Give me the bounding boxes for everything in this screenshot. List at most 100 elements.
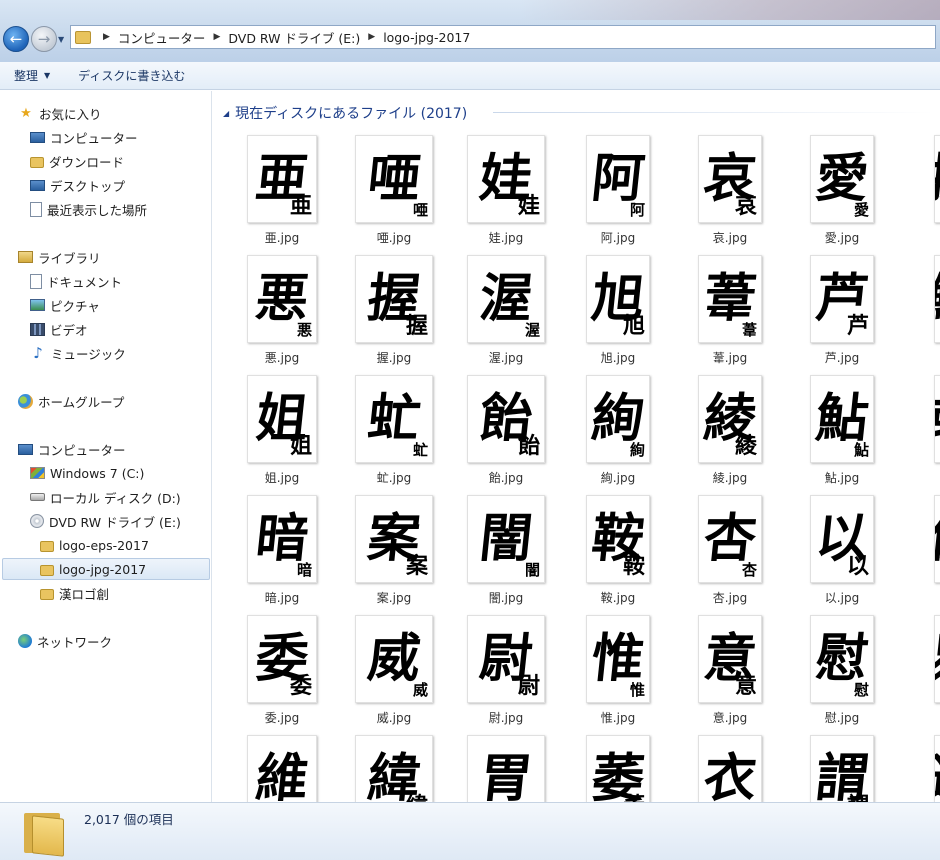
sidebar-item-logo-eps[interactable]: logo-eps-2017 — [40, 534, 149, 556]
calligraphy-glyph: 慰 — [812, 628, 872, 689]
file-item[interactable]: 阿阿阿.jpg — [561, 133, 661, 253]
calligraphy-glyph-small: 絢 — [629, 441, 645, 459]
calligraphy-glyph: 威 — [364, 628, 424, 689]
file-item[interactable]: 闇闇闇.jpg — [449, 493, 549, 613]
file-item[interactable]: 易易易 — [897, 613, 940, 733]
sidebar-item-pictures[interactable]: ピクチャ — [30, 294, 100, 316]
file-item[interactable]: 絢絢絢.jpg — [561, 373, 661, 493]
sidebar-item-computer-fav[interactable]: コンピューター — [30, 126, 138, 148]
chevron-right-icon[interactable]: ▶ — [103, 32, 110, 42]
file-item[interactable]: 悪悪悪.jpg — [225, 253, 325, 373]
file-item[interactable]: 以以以.jpg — [785, 493, 885, 613]
file-item[interactable]: 挨挨挨 — [897, 133, 940, 253]
file-item[interactable]: 惟惟惟.jpg — [561, 613, 661, 733]
sidebar-homegroup[interactable]: ホームグループ — [18, 390, 124, 412]
calligraphy-glyph: 或 — [934, 388, 940, 449]
sidebar-item-kanlogo[interactable]: 漢ロゴ創 — [40, 582, 109, 604]
file-list-pane[interactable]: ◢ 現在ディスクにあるファイル (2017) 亜亜亜.jpg 唖唖唖.jpg 娃娃娃… — [213, 91, 940, 802]
file-thumbnail: 綾綾 — [698, 375, 762, 463]
calligraphy-glyph-small: 鞍 — [622, 553, 645, 579]
chevron-right-icon[interactable]: ▶ — [213, 32, 220, 42]
file-item[interactable]: 違違 — [897, 733, 940, 802]
file-item[interactable]: 慰慰慰.jpg — [785, 613, 885, 733]
file-thumbnail: 案案 — [355, 495, 433, 583]
file-item[interactable]: 委委委.jpg — [225, 613, 325, 733]
sidebar-label: ライブラリ — [38, 250, 101, 266]
file-item[interactable]: 胃胃 — [449, 733, 549, 802]
recent-places-icon — [30, 201, 42, 217]
sidebar-item-downloads[interactable]: ダウンロード — [30, 150, 124, 172]
file-item[interactable]: 衣衣 — [673, 733, 773, 802]
file-item[interactable]: 伊伊伊 — [897, 493, 940, 613]
sidebar-computer-header[interactable]: コンピューター — [18, 438, 126, 460]
file-item[interactable]: 維維 — [225, 733, 325, 802]
sidebar-item-documents[interactable]: ドキュメント — [30, 270, 122, 292]
library-icon — [18, 251, 33, 263]
file-item[interactable]: 唖唖唖.jpg — [337, 133, 437, 253]
sidebar-label: ドキュメント — [47, 274, 123, 290]
sidebar-item-drive-e[interactable]: DVD RW ドライブ (E:) — [30, 510, 181, 532]
group-header[interactable]: ◢ 現在ディスクにあるファイル (2017) — [223, 103, 467, 123]
sidebar-network[interactable]: ネットワーク — [18, 630, 112, 652]
file-item[interactable]: 握握握.jpg — [337, 253, 437, 373]
calligraphy-glyph-small: 飴 — [517, 433, 540, 459]
file-item[interactable]: 姐姐姐.jpg — [225, 373, 325, 493]
file-item[interactable]: 娃娃娃.jpg — [449, 133, 549, 253]
file-item[interactable]: 萎萎 — [561, 733, 661, 802]
sidebar-label: お気に入り — [39, 106, 102, 122]
file-item[interactable]: 芦芦芦.jpg — [785, 253, 885, 373]
calligraphy-glyph-small: 鮎 — [853, 441, 869, 459]
calligraphy-glyph-small: 威 — [412, 681, 428, 699]
file-item[interactable]: 渥渥渥.jpg — [449, 253, 549, 373]
calligraphy-glyph-small: 握 — [405, 313, 428, 339]
sidebar-item-drive-c[interactable]: Windows 7 (C:) — [30, 462, 144, 484]
calligraphy-glyph-small: 意 — [734, 673, 757, 699]
file-item[interactable]: 鮎鮎鮎.jpg — [785, 373, 885, 493]
organize-button[interactable]: 整理 ▼ — [0, 64, 64, 88]
file-item[interactable]: 謂謂 — [785, 733, 885, 802]
file-thumbnail: 鞍鞍 — [586, 495, 650, 583]
file-item[interactable]: 哀哀哀.jpg — [673, 133, 773, 253]
sidebar-item-desktop[interactable]: デスクトップ — [30, 174, 125, 196]
file-item[interactable]: 意意意.jpg — [673, 613, 773, 733]
file-item[interactable]: 飴飴飴.jpg — [449, 373, 549, 493]
forward-button[interactable]: → — [31, 26, 57, 52]
file-item[interactable]: 愛愛愛.jpg — [785, 133, 885, 253]
file-name: 鯵 — [897, 349, 940, 366]
file-item[interactable]: 亜亜亜.jpg — [225, 133, 325, 253]
file-thumbnail: 阿阿 — [586, 135, 650, 223]
file-item[interactable]: 案案案.jpg — [337, 493, 437, 613]
folder-icon — [75, 30, 91, 44]
file-item[interactable]: 綾綾綾.jpg — [673, 373, 773, 493]
file-item[interactable]: 虻虻虻.jpg — [337, 373, 437, 493]
breadcrumb-computer[interactable]: コンピューター — [118, 28, 206, 47]
sidebar-item-logo-jpg[interactable]: logo-jpg-2017 — [2, 558, 210, 580]
file-item[interactable]: 鯵鯵鯵 — [897, 253, 940, 373]
recent-pages-dropdown[interactable]: ▼ — [58, 35, 64, 44]
sidebar-item-music[interactable]: ♪ ミュージック — [30, 342, 126, 364]
file-item[interactable]: 尉尉尉.jpg — [449, 613, 549, 733]
sidebar-libraries-header[interactable]: ライブラリ — [18, 246, 101, 268]
sidebar-favorites-header[interactable]: ★ お気に入り — [18, 102, 102, 124]
file-item[interactable]: 或或或 — [897, 373, 940, 493]
chevron-right-icon[interactable]: ▶ — [368, 32, 375, 42]
file-item[interactable]: 暗暗暗.jpg — [225, 493, 325, 613]
folder-icon — [40, 588, 54, 600]
file-item[interactable]: 威威威.jpg — [337, 613, 437, 733]
sidebar-item-videos[interactable]: ビデオ — [30, 318, 88, 340]
back-button[interactable]: ← — [3, 26, 29, 52]
file-thumbnail: 葦葦 — [698, 255, 762, 343]
address-bar[interactable]: ▶ コンピューター ▶ DVD RW ドライブ (E:) ▶ logo-jpg-… — [70, 25, 936, 49]
breadcrumb-current-folder[interactable]: logo-jpg-2017 — [383, 30, 470, 45]
file-item[interactable]: 葦葦葦.jpg — [673, 253, 773, 373]
file-thumbnail: 威威 — [355, 615, 433, 703]
sidebar-item-recent-places[interactable]: 最近表示した場所 — [30, 198, 147, 220]
burn-to-disc-button[interactable]: ディスクに書き込む — [64, 64, 199, 88]
file-item[interactable]: 鞍鞍鞍.jpg — [561, 493, 661, 613]
file-item[interactable]: 旭旭旭.jpg — [561, 253, 661, 373]
file-name: 闇.jpg — [488, 591, 524, 605]
file-item[interactable]: 杏杏杏.jpg — [673, 493, 773, 613]
sidebar-item-drive-d[interactable]: ローカル ディスク (D:) — [30, 486, 181, 508]
breadcrumb-dvd-drive[interactable]: DVD RW ドライブ (E:) — [228, 28, 360, 47]
file-item[interactable]: 緯緯 — [337, 733, 437, 802]
